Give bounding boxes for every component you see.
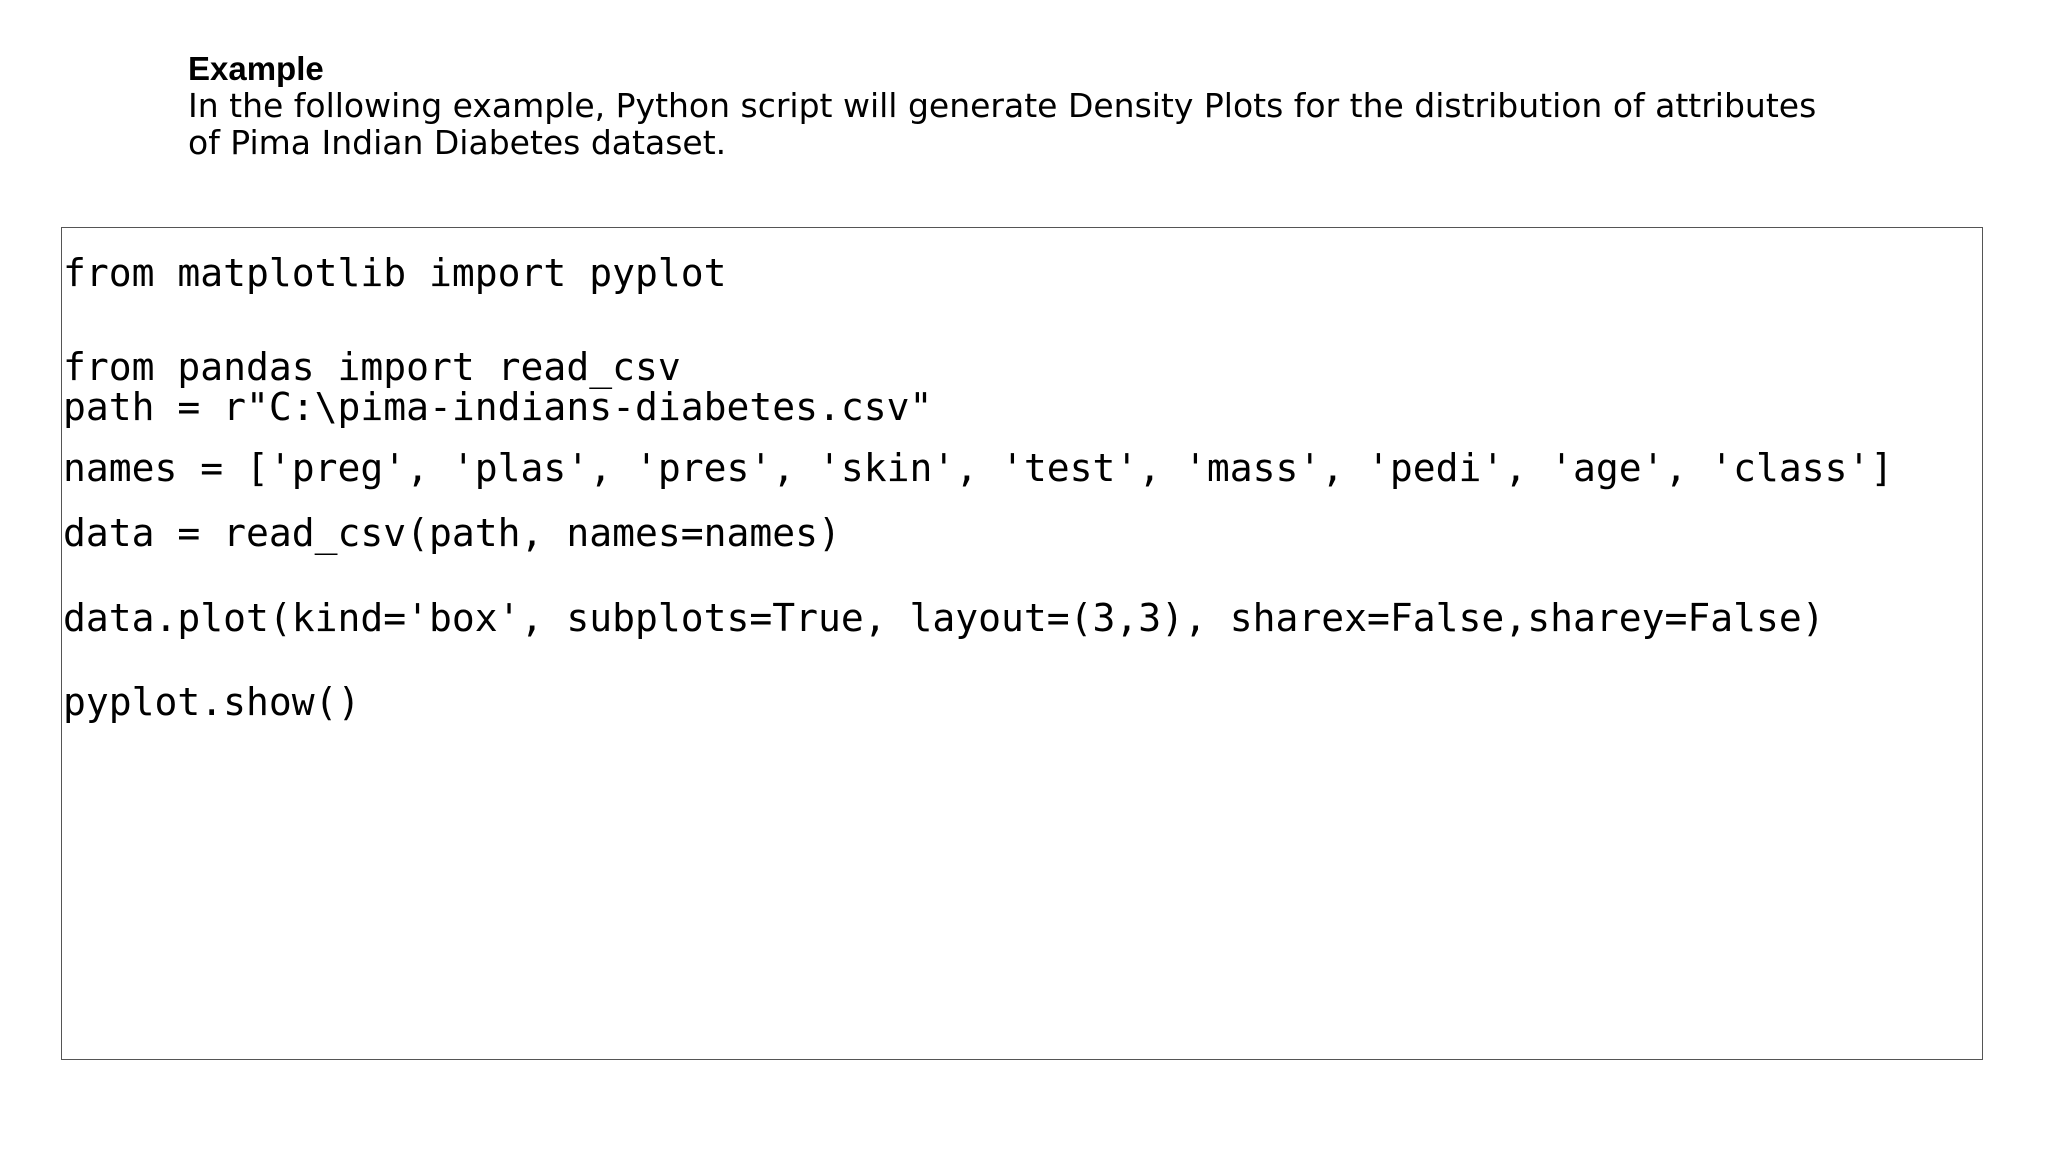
- code-line-show: pyplot.show(): [63, 680, 361, 724]
- code-line-import-pyplot: from matplotlib import pyplot: [63, 251, 727, 295]
- code-line-names: names = ['preg', 'plas', 'pres', 'skin',…: [63, 446, 1894, 490]
- code-line-read-data: data = read_csv(path, names=names): [63, 511, 841, 555]
- example-heading: Example: [188, 50, 324, 87]
- example-description: In the following example, Python script …: [188, 87, 1988, 161]
- code-line-import-read-csv: from pandas import read_csv: [63, 345, 681, 389]
- example-description-line: of Pima Indian Diabetes dataset.: [188, 123, 727, 162]
- example-description-line: In the following example, Python script …: [188, 86, 1817, 125]
- code-line-plot: data.plot(kind='box', subplots=True, lay…: [63, 596, 1825, 640]
- code-block: from matplotlib import pyplot from panda…: [61, 227, 1983, 1060]
- code-line-path: path = r"C:\pima-indians-diabetes.csv": [63, 385, 933, 429]
